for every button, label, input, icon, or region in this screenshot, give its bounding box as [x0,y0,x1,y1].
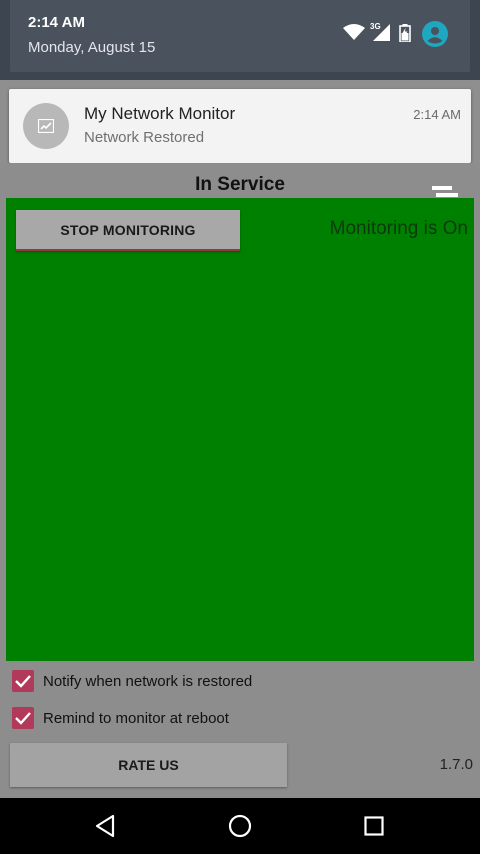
network-monitor-icon [23,103,69,149]
monitoring-status-text: Monitoring is On [329,218,468,239]
stop-monitoring-button[interactable]: STOP MONITORING [16,210,240,251]
notify-restored-row[interactable]: Notify when network is restored [12,669,252,693]
navigation-bar [0,798,480,854]
status-panel [6,198,474,661]
notification-time: 2:14 AM [413,107,461,122]
shade-date: Monday, August 15 [28,39,156,56]
notify-restored-label: Notify when network is restored [43,672,253,690]
status-icons: 3G [343,21,453,50]
remind-reboot-row[interactable]: Remind to monitor at reboot [12,706,229,730]
account-icon[interactable] [422,21,448,47]
notify-restored-checkbox[interactable] [12,670,34,692]
home-icon[interactable] [228,814,252,838]
notification-app-name: My Network Monitor [84,104,236,123]
page-title: In Service [195,174,285,195]
remind-reboot-label: Remind to monitor at reboot [43,709,229,727]
shade-time: 2:14 AM [28,14,85,31]
network-type-label: 3G [370,22,381,31]
back-icon[interactable] [94,814,116,838]
cellular-3g-icon: 3G [370,22,390,41]
remind-reboot-checkbox[interactable] [12,707,34,729]
notification-card[interactable]: My Network Monitor Network Restored 2:14… [9,89,471,163]
notification-message: Network Restored [84,129,205,146]
rate-us-button[interactable]: RATE US [10,743,287,787]
recents-icon[interactable] [364,816,384,836]
wifi-icon [343,24,365,40]
app-version: 1.7.0 [439,756,473,773]
battery-icon [399,24,411,42]
